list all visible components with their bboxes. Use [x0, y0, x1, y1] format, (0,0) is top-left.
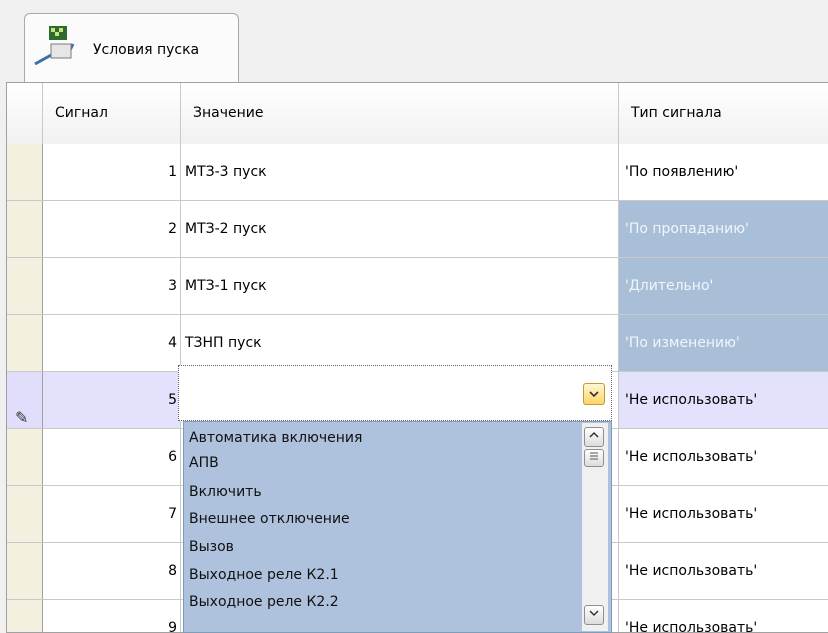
- signal-cell[interactable]: 5: [43, 372, 181, 428]
- value-dropdown-list[interactable]: Автоматика включения АПВ Включить Внешне…: [183, 421, 612, 633]
- chevron-up-icon: [589, 431, 599, 438]
- dropdown-option[interactable]: Включить: [189, 484, 262, 500]
- value-cell[interactable]: МТЗ-1 пуск: [181, 258, 619, 314]
- signal-cell[interactable]: 3: [43, 258, 181, 314]
- type-cell[interactable]: 'Не использовать': [619, 372, 828, 428]
- dropdown-option[interactable]: Внешнее отключение: [189, 511, 350, 527]
- dropdown-option[interactable]: Выходное реле К2.2: [189, 594, 339, 610]
- dropdown-option[interactable]: АПВ: [189, 455, 219, 471]
- row-header[interactable]: [7, 429, 43, 485]
- row-header[interactable]: [7, 201, 43, 257]
- chevron-down-icon: [589, 391, 599, 398]
- combo-dropdown-button[interactable]: [583, 383, 605, 405]
- signal-cell[interactable]: 2: [43, 201, 181, 257]
- tab-start-conditions[interactable]: Условия пуска: [24, 13, 239, 83]
- type-cell[interactable]: 'Не использовать': [619, 429, 828, 485]
- dropdown-option[interactable]: Автоматика включения: [189, 430, 362, 446]
- row-header[interactable]: [7, 543, 43, 599]
- signal-cell[interactable]: 1: [43, 144, 181, 200]
- row-header[interactable]: [7, 258, 43, 314]
- dropdown-option[interactable]: Выходное реле К2.1: [189, 567, 339, 583]
- type-cell[interactable]: 'По появлению': [619, 144, 828, 200]
- chevron-down-icon: [589, 610, 599, 617]
- header-corner: [7, 83, 43, 144]
- scroll-up-button[interactable]: [584, 427, 604, 447]
- type-cell[interactable]: 'Не использовать': [619, 543, 828, 599]
- row-header[interactable]: [7, 144, 43, 200]
- value-cell[interactable]: МТЗ-3 пуск: [181, 144, 619, 200]
- pencil-icon: ✎: [15, 408, 29, 427]
- value-cell[interactable]: МТЗ-2 пуск: [181, 201, 619, 257]
- type-cell[interactable]: 'Длительно': [619, 258, 828, 314]
- grip-icon: [590, 452, 598, 460]
- signal-cell[interactable]: 4: [43, 315, 181, 371]
- type-cell[interactable]: 'По изменению': [619, 315, 828, 371]
- signal-cell[interactable]: 8: [43, 543, 181, 599]
- dropdown-option[interactable]: Вызов: [189, 539, 234, 555]
- column-header-value[interactable]: Значение: [181, 83, 619, 144]
- table-row[interactable]: 1 МТЗ-3 пуск 'По появлению': [7, 144, 828, 201]
- grid-header: Сигнал Значение Тип сигнала: [7, 83, 828, 145]
- tab-label: Условия пуска: [93, 42, 200, 58]
- column-header-type[interactable]: Тип сигнала: [619, 83, 828, 144]
- table-row[interactable]: 3 МТЗ-1 пуск 'Длительно': [7, 258, 828, 315]
- table-row[interactable]: 4 ТЗНП пуск 'По изменению': [7, 315, 828, 372]
- row-header[interactable]: [7, 315, 43, 371]
- row-header[interactable]: [7, 486, 43, 542]
- table-row[interactable]: 2 МТЗ-2 пуск 'По пропаданию': [7, 201, 828, 258]
- scroll-thumb[interactable]: [584, 449, 604, 467]
- column-header-signal[interactable]: Сигнал: [43, 83, 181, 144]
- row-header[interactable]: [7, 600, 43, 632]
- scroll-down-button[interactable]: [584, 605, 604, 625]
- value-combo-editor[interactable]: [178, 365, 612, 421]
- value-cell[interactable]: ТЗНП пуск: [181, 315, 619, 371]
- type-cell[interactable]: 'Не использовать': [619, 486, 828, 542]
- row-header[interactable]: ✎: [7, 372, 43, 428]
- signal-start-icon: [34, 26, 75, 66]
- signal-cell[interactable]: 9: [43, 600, 181, 632]
- dropdown-scrollbar[interactable]: [582, 423, 608, 631]
- signal-cell[interactable]: 7: [43, 486, 181, 542]
- type-cell[interactable]: 'Не использовать': [619, 600, 828, 632]
- type-cell[interactable]: 'По пропаданию': [619, 201, 828, 257]
- signal-cell[interactable]: 6: [43, 429, 181, 485]
